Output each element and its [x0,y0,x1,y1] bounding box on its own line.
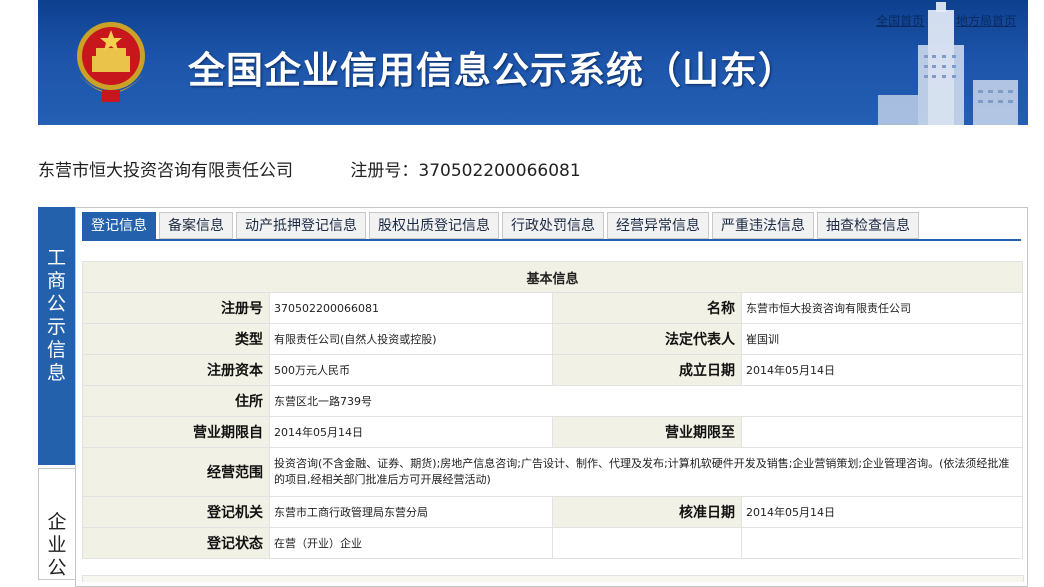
reg-no-value: 370502200066081 [269,292,553,324]
basic-info-table: 基本信息 注册号 370502200066081 名称 东营市恒大投资咨询有限责… [81,261,1024,559]
address-value: 东营区北一路739号 [268,385,1024,417]
type-value: 有限责任公司(自然人投资或控股) [269,323,553,355]
capital-label: 注册资本 [82,354,270,386]
side-tab-char: 业 [47,534,67,556]
tab-administrative-penalty[interactable]: 行政处罚信息 [502,212,604,239]
empty-cell [552,527,742,559]
approved-label: 核准日期 [552,496,742,528]
side-tab-char: 息 [46,362,66,384]
capital-value: 500万元人民币 [269,354,553,386]
scope-label: 经营范围 [82,447,270,497]
side-tab-char: 公 [47,557,67,579]
side-tab-char: 公 [46,293,66,315]
side-tab-char: 信 [46,339,66,361]
top-links: 全国首页 地方局首页 [848,12,1016,29]
empty-cell [740,527,1024,559]
side-tab-char: 工 [46,247,66,269]
side-tab-char: 商 [46,270,66,292]
basic-info-heading: 基本信息 [81,261,1024,293]
tab-chattel-mortgage[interactable]: 动产抵押登记信息 [236,212,366,239]
founded-value: 2014年05月14日 [740,354,1024,386]
founded-label: 成立日期 [552,354,742,386]
next-section-box [82,575,1024,582]
national-emblem-icon [77,22,145,102]
tab-abnormal-operation[interactable]: 经营异常信息 [607,212,709,239]
national-home-link[interactable]: 全国首页 [876,14,924,28]
address-label: 住所 [82,385,270,417]
name-value: 东营市恒大投资咨询有限责任公司 [740,292,1024,324]
tab-filing-info[interactable]: 备案信息 [159,212,233,239]
tab-serious-violation[interactable]: 严重违法信息 [712,212,814,239]
system-title: 全国企业信用信息公示系统（山东） [188,49,796,92]
header-banner: 全国企业信用信息公示系统（山东） 全国首页 地方局首页 [38,0,1028,125]
term-from-label: 营业期限自 [82,416,270,448]
legal-rep-value: 崔国训 [740,323,1024,355]
side-tab-enterprise-disclosure[interactable]: 企 业 公 [38,468,75,580]
company-reg-number: 注册号：370502200066081 [350,161,581,181]
info-tabs: 登记信息 备案信息 动产抵押登记信息 股权出质登记信息 行政处罚信息 经营异常信… [82,212,919,239]
term-from-value: 2014年05月14日 [269,416,553,448]
side-tab-business-disclosure[interactable]: 工 商 公 示 信 息 [38,207,75,465]
approved-value: 2014年05月14日 [740,496,1024,528]
reg-no-label: 注册号 [82,292,270,324]
tab-equity-pledge[interactable]: 股权出质登记信息 [369,212,499,239]
authority-label: 登记机关 [82,496,270,528]
side-tab-char: 示 [46,316,66,338]
company-name: 东营市恒大投资咨询有限责任公司 [38,161,293,181]
local-bureau-home-link[interactable]: 地方局首页 [956,14,1016,28]
term-to-value [740,416,1024,448]
name-label: 名称 [552,292,742,324]
type-label: 类型 [82,323,270,355]
legal-rep-label: 法定代表人 [552,323,742,355]
authority-value: 东营市工商行政管理局东营分局 [269,496,553,528]
tab-spot-check[interactable]: 抽查检查信息 [817,212,919,239]
term-to-label: 营业期限至 [552,416,742,448]
tab-registration-info[interactable]: 登记信息 [82,212,156,239]
status-label: 登记状态 [82,527,270,559]
company-summary: 东营市恒大投资咨询有限责任公司 注册号：370502200066081 [38,156,581,181]
side-tab-char: 企 [47,511,67,533]
tab-underline [82,239,1021,241]
scope-value: 投资咨询(不含金融、证券、期货);房地产信息咨询;广告设计、制作、代理及发布;计… [268,447,1024,497]
status-value: 在营（开业）企业 [269,527,553,559]
